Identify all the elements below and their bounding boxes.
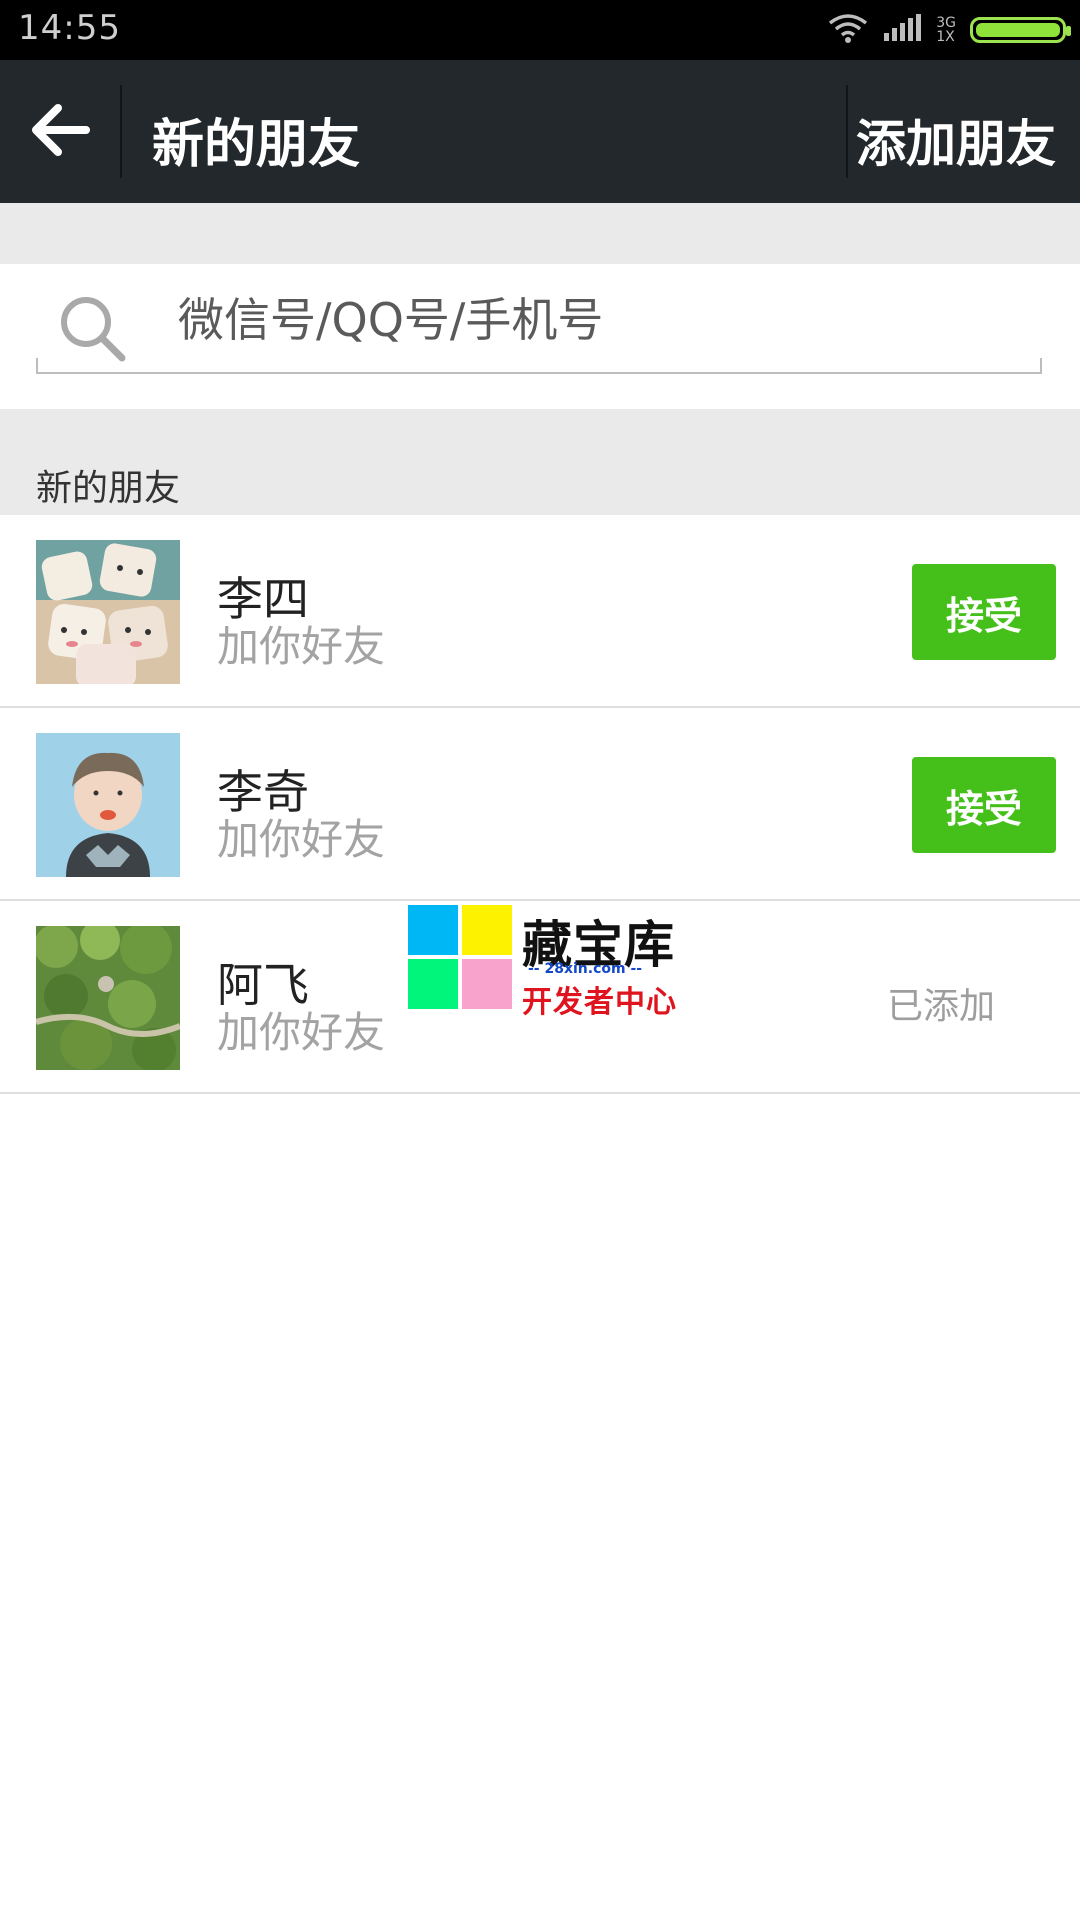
friend-request-text: 加你好友 — [217, 815, 386, 864]
search-input[interactable] — [176, 289, 1040, 351]
watermark-subtitle: 开发者中心 — [522, 985, 677, 1020]
section-title: 新的朋友 — [36, 468, 181, 509]
watermark-url: -- 28xin.com -- — [528, 961, 643, 977]
arrow-left-icon — [28, 100, 92, 164]
status-icons: 3G 1X — [828, 10, 1071, 50]
battery-fill — [976, 23, 1060, 37]
avatar — [36, 926, 180, 1070]
app-bar-divider-left — [120, 85, 122, 178]
battery-icon — [970, 17, 1071, 43]
friend-request-text: 加你好友 — [217, 1008, 386, 1057]
list-item[interactable]: 李奇 加你好友 接受 — [0, 708, 1080, 901]
watermark-logo: 藏宝库 -- 28xin.com -- 开发者中心 — [408, 905, 678, 1020]
search-area — [0, 264, 1080, 409]
status-bar: 14:55 3G 1X — [0, 0, 1080, 60]
list-item[interactable]: 李四 加你好友 接受 — [0, 515, 1080, 708]
section-header: 新的朋友 — [0, 409, 1080, 515]
back-button[interactable] — [0, 60, 120, 203]
app-bar-divider-right — [846, 85, 848, 178]
logo-square-blue — [408, 905, 458, 955]
added-status: 已添加 — [886, 986, 995, 1027]
logo-square-yellow — [462, 905, 512, 955]
wifi-icon — [828, 13, 868, 47]
network-type: 3G 1X — [936, 16, 956, 44]
search-underline — [36, 358, 1042, 374]
top-spacer — [0, 203, 1080, 264]
logo-square-pink — [462, 959, 512, 1009]
page-title: 新的朋友 — [152, 115, 361, 175]
accept-button[interactable]: 接受 — [912, 757, 1056, 853]
app-bar: 新的朋友 添加朋友 — [0, 60, 1080, 203]
friend-request-text: 加你好友 — [217, 622, 386, 671]
avatar — [36, 733, 180, 877]
avatar — [36, 540, 180, 684]
status-time: 14:55 — [18, 8, 121, 48]
logo-square-green — [408, 959, 458, 1009]
signal-icon — [882, 13, 922, 47]
search-icon — [58, 294, 128, 364]
network-type-bottom: 1X — [936, 29, 955, 45]
add-friend-button[interactable]: 添加朋友 — [856, 104, 1056, 176]
accept-button[interactable]: 接受 — [912, 564, 1056, 660]
